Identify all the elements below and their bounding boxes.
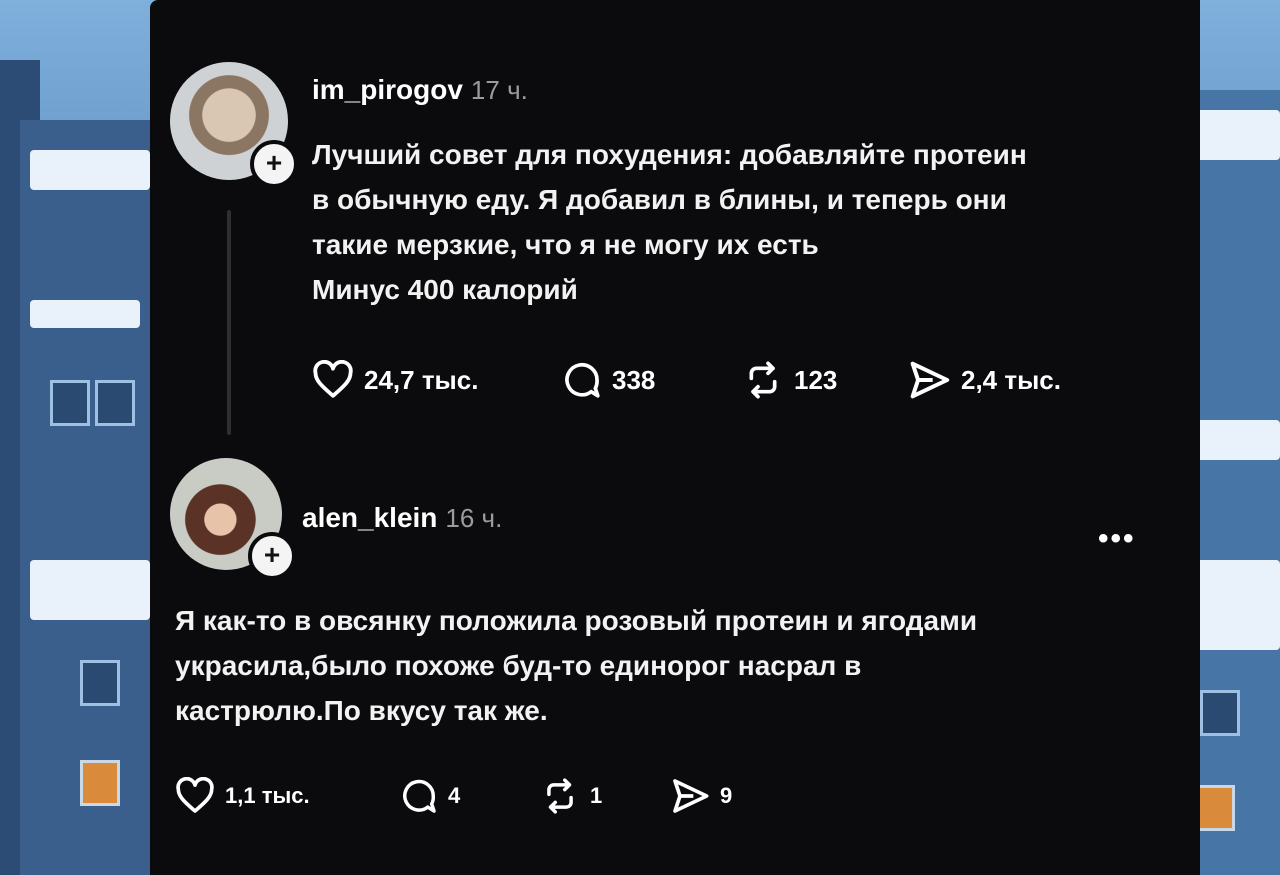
- like-button[interactable]: 1,1 тыс.: [175, 777, 400, 815]
- post-text: Я как-то в овсянку положила розовый прот…: [175, 598, 1175, 733]
- share-button[interactable]: 9: [670, 777, 732, 815]
- like-count: 24,7 тыс.: [364, 364, 479, 395]
- window: [1200, 690, 1240, 736]
- post-text-line: Лучший совет для похудения: добавляйте п…: [312, 139, 1027, 170]
- share-count: 9: [720, 783, 733, 808]
- timestamp: 17 ч.: [470, 75, 528, 105]
- timestamp: 16 ч.: [445, 503, 503, 533]
- snow-roof: [30, 300, 140, 328]
- post-text-line: такие мерзкие, что я не могу их есть: [312, 229, 819, 260]
- repost-button[interactable]: 123: [742, 360, 907, 400]
- action-bar: 24,7 тыс. 338 123 2,4 тыс.: [312, 360, 1061, 400]
- post: + im_pirogov 17 ч. Лучший совет для похуд…: [150, 0, 1200, 450]
- snow-roof: [30, 560, 150, 620]
- comment-bubble-icon: [403, 779, 436, 813]
- post: + alen_klein 16 ч. ••• Я как-то в овсянку…: [150, 450, 1200, 875]
- post-text-line: Я как-то в овсянку положила розовый прот…: [175, 605, 978, 636]
- send-icon: [910, 361, 950, 399]
- username[interactable]: im_pirogov: [312, 74, 463, 105]
- thread-line: [227, 210, 231, 435]
- post-author[interactable]: alen_klein 16 ч.: [302, 502, 502, 534]
- window: [80, 760, 120, 806]
- repost-icon: [547, 778, 573, 814]
- post-text: Лучший совет для похудения: добавляйте п…: [312, 132, 1192, 312]
- post-text-line: Минус 400 калорий: [312, 274, 578, 305]
- comment-count: 338: [612, 364, 656, 395]
- post-author[interactable]: im_pirogov 17 ч.: [312, 74, 528, 106]
- post-text-line: кастрюлю.По вкусу так же.: [175, 695, 548, 726]
- follow-plus-icon[interactable]: +: [250, 140, 298, 188]
- username[interactable]: alen_klein: [302, 502, 437, 533]
- comment-button[interactable]: 4: [400, 777, 540, 815]
- comment-bubble-icon: [565, 362, 600, 398]
- heart-icon: [313, 360, 353, 398]
- follow-plus-icon[interactable]: +: [248, 532, 296, 580]
- threads-feed: + im_pirogov 17 ч. Лучший совет для похуд…: [150, 0, 1200, 875]
- post-text-line: в обычную еду. Я добавил в блины, и тепе…: [312, 184, 1007, 215]
- window: [1195, 785, 1235, 831]
- window: [50, 380, 90, 426]
- repost-count: 1: [590, 783, 603, 808]
- comment-count: 4: [448, 783, 461, 808]
- comment-button[interactable]: 338: [562, 360, 742, 400]
- post-text-line: украсила,было похоже буд-то единорог нас…: [175, 650, 862, 681]
- repost-button[interactable]: 1: [540, 777, 670, 815]
- window: [80, 660, 120, 706]
- send-icon: [673, 779, 709, 813]
- more-options-button[interactable]: •••: [1098, 522, 1136, 556]
- repost-count: 123: [794, 364, 838, 395]
- like-button[interactable]: 24,7 тыс.: [312, 360, 562, 400]
- action-bar: 1,1 тыс. 4 1 9: [175, 777, 732, 815]
- snow-roof: [30, 150, 150, 190]
- share-button[interactable]: 2,4 тыс.: [907, 360, 1061, 400]
- heart-icon: [176, 777, 214, 813]
- window: [95, 380, 135, 426]
- repost-icon: [749, 361, 777, 399]
- share-count: 2,4 тыс.: [961, 364, 1061, 395]
- like-count: 1,1 тыс.: [225, 783, 310, 808]
